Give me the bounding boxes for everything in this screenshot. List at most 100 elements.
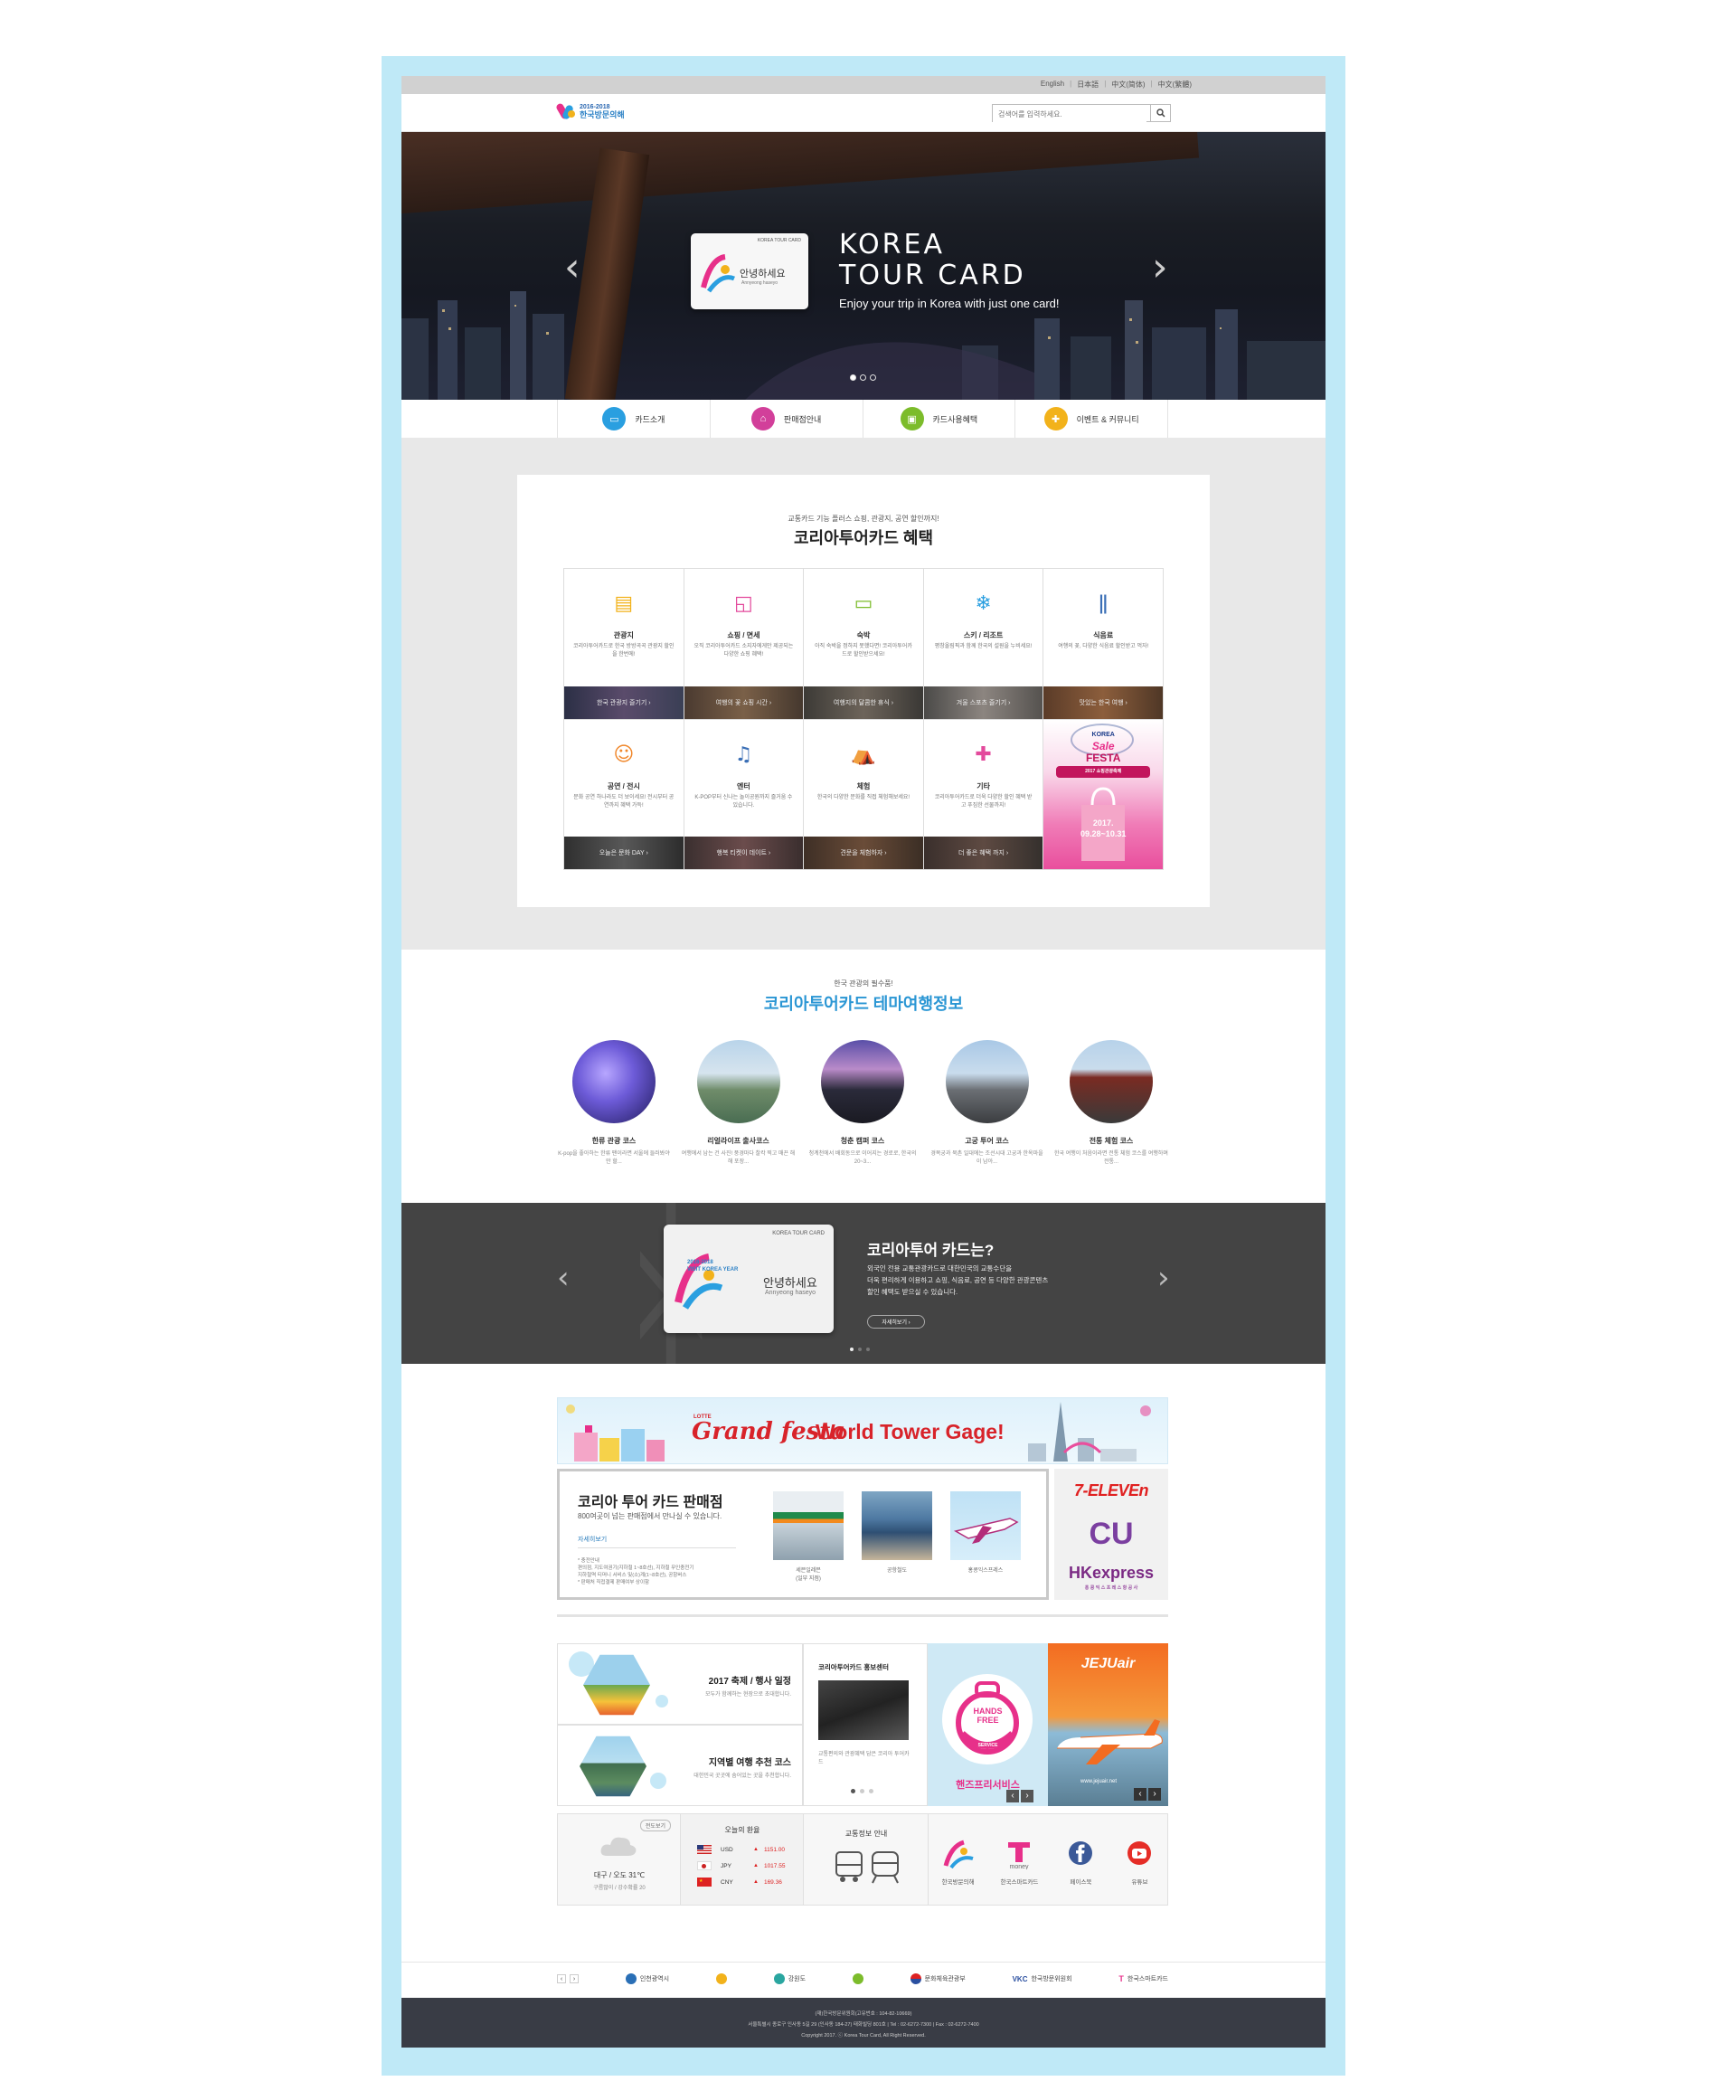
quick-menu-item-3[interactable]: ▣ 카드사용혜택 [863, 400, 1016, 438]
partners-prev[interactable]: ‹ [557, 1974, 566, 1983]
promo-center-photo [818, 1680, 909, 1740]
lower-grid: 2017 축제 / 행사 일정 모두가 함께하는 현장으로 초대합니다. 지역별… [557, 1643, 1168, 1906]
weather-map-button[interactable]: 전도보기 [639, 1820, 671, 1831]
benefit-cell[interactable]: ǁ 식음료 여행의 꽃, 다양한 식음료 할인받고 먹자! 맛있는 한국 여행 › [1043, 569, 1164, 720]
sale-festa-promo[interactable]: KOREA Sale FESTA 2017 쇼핑관광축제 2017. 09.28~10.3… [1043, 719, 1164, 870]
hands-free-banner[interactable]: HANDS FREE SERVICE 핸즈프리서비스 ‹ › [928, 1643, 1048, 1806]
benefit-link-strip[interactable]: 행복 티켓이 데이트 › [684, 837, 804, 869]
hero-dot-1[interactable] [850, 374, 856, 381]
quick-menu-item-1[interactable]: ▭ 카드소개 [558, 400, 711, 438]
intro-more-button[interactable]: 자세히보기 › [867, 1315, 925, 1329]
benefit-link-strip[interactable]: 겨울 스포츠 즐기기 › [923, 686, 1043, 719]
intro-dot-1[interactable] [850, 1348, 854, 1351]
hero-next-arrow[interactable]: › [1152, 248, 1168, 288]
benefit-cell[interactable]: ❄ 스키 / 리조트 평창올림픽과 함께 한국의 설원을 누비세요! 겨울 스포츠 즐… [923, 569, 1044, 720]
lang-chinese-simplified[interactable]: 中文(简体) [1111, 80, 1145, 90]
benefit-link-strip[interactable]: 견문을 체험하자 › [804, 837, 923, 869]
quick-menu-item-4[interactable]: ✚ 이벤트 & 커뮤니티 [1015, 400, 1168, 438]
search-input[interactable] [993, 106, 1146, 123]
lotte-banner[interactable]: LOTTE Grand festa World Tower Gage! [557, 1397, 1168, 1464]
hero-prev-arrow[interactable]: ‹ [564, 248, 580, 288]
site-logo[interactable]: 2016-2018 한국방문의해 [555, 101, 625, 121]
theme-course-4[interactable]: 고궁 투어 코스 경복궁과 북촌 일대에는 조선시대 고궁과 한옥마을이 남아..… [930, 1040, 1044, 1176]
benefit-cell[interactable]: ⛺ 체험 한국의 다양한 문화를 직접 체험해보세요! 견문을 체험하자 › [804, 719, 924, 870]
intro-dot-2[interactable] [858, 1348, 862, 1351]
link-visit-korea[interactable]: 한국방문의해 [942, 1839, 975, 1886]
link-youtube[interactable]: 유튜브 [1123, 1839, 1156, 1886]
link-youtube-label: 유튜브 [1131, 1879, 1148, 1886]
theme-course-3[interactable]: 청춘 캠퍼 코스 청계천에서 배회동으로 이어지는 경로로, 한국의 20~3..… [806, 1040, 920, 1176]
benefit-cell[interactable]: ✚ 기타 코리아투어카드로 더욱 다양한 할인 혜택 받고 푸짐한 선물까지! 더 좋… [923, 719, 1044, 870]
lang-english[interactable]: English [1041, 80, 1064, 90]
theme-course-5[interactable]: 전통 체험 코스 한국 여행이 처음이라면 전통 체험 코스를 여행하며 전통..… [1054, 1040, 1168, 1176]
regional-course-card[interactable]: 지역별 여행 추천 코스 대한민국 곳곳에 숨어있는 곳을 추천합니다. [557, 1725, 803, 1806]
shop-more-link[interactable]: 자세히보기 [578, 1535, 607, 1544]
partner-mcst[interactable]: 문화체육관광부 [910, 1973, 966, 1984]
jeju-air-banner[interactable]: JEJUair www.jejuair.net ‹ › [1048, 1643, 1168, 1806]
benefit-link-strip[interactable]: 여행의 꽃 쇼핑 시간 › [684, 686, 804, 719]
benefit-link-strip[interactable]: 오늘은 문화 DAY › [564, 837, 684, 869]
theme-course-2[interactable]: 리얼라이프 출사코스 여행에서 남는 건 사진! 풍경마다 찰칵 찍고 매끈 해해… [682, 1040, 796, 1176]
link-tmoney[interactable]: money 한국스마트카드 [1001, 1839, 1038, 1886]
partners-next[interactable]: › [570, 1974, 579, 1983]
transport-widget[interactable]: 교통정보 안내 [804, 1814, 929, 1905]
benefit-link-strip[interactable]: 더 좋은 혜택 까지 › [923, 837, 1043, 869]
place-hk-express[interactable]: 홍콩익스프레스 [950, 1491, 1021, 1582]
benefit-cell[interactable]: ▤ 관광지 코리아투어카드로 한국 방방곡곡 관광지 할인을 한번에! 한국 관광지 … [564, 569, 684, 720]
intro-dot-3[interactable] [866, 1348, 870, 1351]
benefit-link-strip[interactable]: 맛있는 한국 여행 › [1043, 686, 1163, 719]
festival-schedule-card[interactable]: 2017 축제 / 행사 일정 모두가 함께하는 현장으로 초대합니다. [557, 1643, 803, 1725]
partner-store-logos: 7-ELEVEn CU HKexpress 홍 콩 익 스 프 레 스 항 공 … [1054, 1469, 1168, 1600]
promo-dot-1[interactable] [851, 1789, 855, 1793]
promo-center-card[interactable]: 코리아투어카드 홍보센터 교통편의와 관광혜택 담은 코리아 투어카드 [803, 1643, 928, 1806]
partner-vkc[interactable]: VKC 한국방문위원회 [1013, 1974, 1072, 1983]
promo-title-line2: Sale [1091, 739, 1115, 752]
incheon-logo-icon [625, 1973, 637, 1984]
partner-smartcard[interactable]: T 한국스마트카드 [1118, 1974, 1168, 1983]
jeju-next[interactable]: › [1148, 1788, 1161, 1801]
visit-korea-logo-icon [555, 101, 577, 121]
partner-gangwon[interactable]: 강원도 [773, 1973, 806, 1984]
benefit-cell[interactable]: ◱ 쇼핑 / 면세 오직 코리아투어카드 소지자에게만 제공되는 다양한 쇼핑 혜택… [684, 569, 805, 720]
rate-up-icon-2: ▲ [753, 1863, 759, 1868]
hero-dot-3[interactable] [870, 374, 876, 381]
theme-course-1[interactable]: 한류 관광 코스 K-pop을 좋아하는 한류 팬이라면 서울에 들러봐야만 할.… [557, 1040, 671, 1176]
hands-free-prev[interactable]: ‹ [1006, 1790, 1019, 1802]
cu-logo[interactable]: CU [1054, 1512, 1168, 1556]
partner-chungbuk-logo[interactable] [852, 1973, 863, 1984]
promo-date-line1: 2017. [1092, 818, 1114, 828]
hk-express-logo[interactable]: HKexpress 홍 콩 익 스 프 레 스 항 공 사 [1054, 1556, 1168, 1599]
seven-eleven-logo[interactable]: 7-ELEVEn [1054, 1469, 1168, 1512]
benefit-desc: 오직 코리아투어카드 소지자에게만 제공되는 다양한 쇼핑 혜택! [693, 644, 794, 657]
benefit-name: 기타 [976, 781, 990, 790]
quick-menu-label: 판매점안내 [783, 414, 822, 424]
partner-festival-logo[interactable] [715, 1973, 727, 1984]
lang-chinese-traditional[interactable]: 中文(繁體) [1158, 80, 1192, 90]
place-airport-railroad[interactable]: 공항철도 [862, 1491, 932, 1582]
place-label-1: 세븐일레븐 [796, 1568, 821, 1574]
hands-free-badge-text: HANDS FREE [928, 1707, 1048, 1725]
hero-dot-2[interactable] [860, 374, 866, 381]
benefit-cell[interactable]: ☺ 공연 / 전시 문화 공연 하나라도 더 보이세요! 전시부터 공연까지 혜택 … [564, 719, 684, 870]
benefit-link-strip[interactable]: 여행지의 달콤한 휴식 › [804, 686, 923, 719]
partner-incheon[interactable]: 인천광역시 [625, 1973, 669, 1984]
quick-menu-item-2[interactable]: ⌂ 판매점안내 [711, 400, 863, 438]
search-button[interactable] [1150, 105, 1170, 121]
place-seven-eleven[interactable]: 세븐일레븐 (일부 지점) [773, 1491, 844, 1582]
promo-dot-3[interactable] [869, 1789, 873, 1793]
hero-card-title: KOREA TOUR CARD [757, 238, 801, 243]
hk-express-logo-text: HKexpress [1068, 1564, 1155, 1582]
lang-japanese[interactable]: 日本語 [1077, 80, 1099, 90]
hands-free-next[interactable]: › [1021, 1790, 1033, 1802]
benefit-cell[interactable]: ▭ 숙박 아직 숙박을 정하지 못했다면! 코리아투어카드로 할인받으세요! 여행지의… [804, 569, 924, 720]
course-photo [696, 1040, 780, 1123]
benefit-link-strip[interactable]: 한국 관광지 즐기기 › [564, 686, 684, 719]
intro-prev-arrow[interactable]: ‹ [557, 1263, 570, 1293]
link-facebook[interactable]: 페이스북 [1064, 1839, 1097, 1886]
hero-title: KOREA TOUR CARD [839, 230, 1026, 291]
promo-center-pagination [851, 1789, 873, 1793]
jeju-prev[interactable]: ‹ [1134, 1788, 1146, 1801]
intro-next-arrow[interactable]: › [1157, 1263, 1170, 1293]
promo-dot-2[interactable] [860, 1789, 864, 1793]
benefit-cell[interactable]: ♫ 엔터 K-POP부터 신나는 놀이공원까지 즐거움 수 있습니다. 행복 티켓이 … [684, 719, 805, 870]
